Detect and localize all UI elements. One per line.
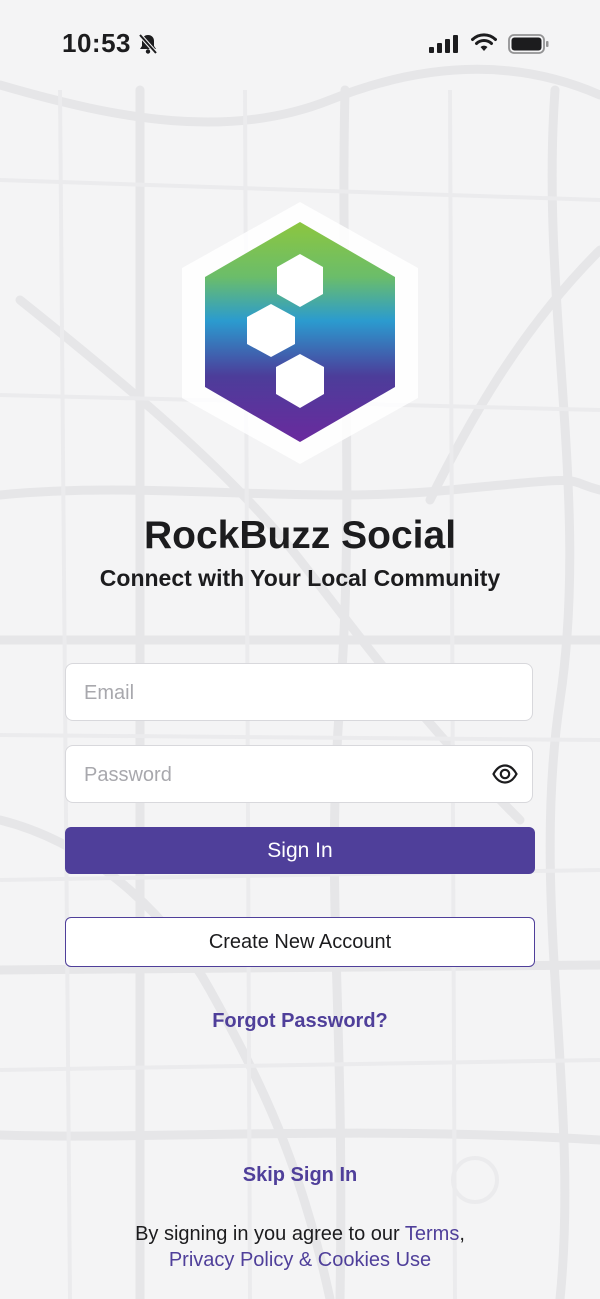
hexagon-logo-icon [182, 202, 418, 464]
forgot-password-link[interactable]: Forgot Password? [0, 1010, 600, 1033]
create-account-button[interactable]: Create New Account [65, 917, 535, 967]
cellular-signal-icon [429, 35, 458, 53]
email-field[interactable] [82, 664, 486, 722]
terms-link[interactable]: Terms [405, 1223, 459, 1245]
privacy-policy-link[interactable]: Privacy Policy & Cookies Use [169, 1249, 431, 1271]
legal-prefix: By signing in you agree to our [135, 1223, 405, 1245]
wifi-icon [471, 33, 497, 51]
map-background [0, 64, 600, 1299]
bell-slash-icon [138, 33, 158, 55]
sign-in-button[interactable]: Sign In [65, 827, 535, 874]
skip-sign-in-link[interactable]: Skip Sign In [0, 1164, 600, 1187]
legal-separator: , [459, 1223, 465, 1245]
battery-icon [508, 34, 549, 54]
app-title: RockBuzz Social [143, 514, 457, 557]
status-bar: 10:53 [0, 0, 600, 90]
password-field[interactable] [82, 746, 486, 804]
app-subtitle: Connect with Your Local Community [99, 565, 501, 591]
password-field-container [65, 745, 533, 804]
email-field-container [65, 663, 533, 722]
legal-notice: By signing in you agree to our Terms, Pr… [0, 1221, 600, 1273]
eye-icon[interactable] [492, 762, 518, 786]
status-time: 10:53 [62, 28, 131, 58]
